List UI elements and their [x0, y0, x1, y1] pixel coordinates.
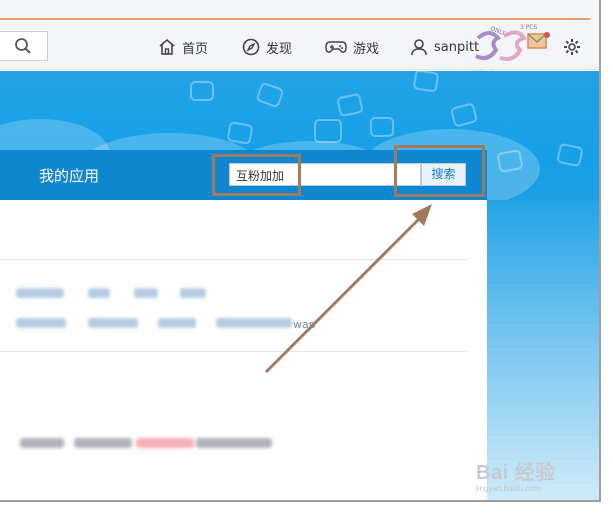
nav-item-label: 游戏 [353, 41, 380, 57]
blurred-link[interactable] [134, 288, 158, 298]
tv-icon [314, 119, 342, 143]
right-blue-strip [487, 200, 600, 500]
divider [0, 351, 467, 352]
home-icon [158, 38, 176, 56]
blurred-link[interactable] [16, 318, 66, 328]
nav-item-home[interactable]: 首页 [158, 36, 208, 58]
search-icon[interactable] [10, 33, 36, 59]
nav-item-label: 发现 [266, 41, 293, 57]
svg-text:3 PCS: 3 PCS [520, 24, 538, 31]
blurred-link[interactable] [158, 318, 196, 328]
note-icon [412, 71, 440, 93]
blurred-link[interactable] [88, 318, 138, 328]
nav-item-label: 首页 [182, 41, 209, 57]
wap-link-suffix[interactable]: wap [293, 318, 316, 331]
chat-icon [556, 142, 584, 168]
gamepad-icon [325, 38, 347, 56]
content-panel [0, 200, 487, 500]
robot-icon [255, 81, 285, 109]
frame-border-bottom [0, 500, 601, 502]
book-icon [496, 149, 524, 173]
frame-border-right [599, 0, 601, 501]
divider [0, 259, 467, 260]
my-apps-title: 我的应用 [39, 167, 100, 185]
book-icon [370, 117, 394, 137]
nav-item-games[interactable]: 游戏 [325, 36, 379, 58]
compass-icon [242, 38, 260, 56]
gear-icon[interactable] [562, 37, 582, 57]
blurred-link[interactable] [216, 318, 292, 328]
user-icon [410, 38, 428, 56]
cup-icon [226, 121, 254, 145]
baidu-jingyan-url: jingyan.baidu.com [476, 484, 541, 493]
blurred-link[interactable] [180, 288, 206, 298]
input-highlight-box [212, 154, 301, 196]
chat-icon [336, 92, 364, 118]
blurred-link[interactable] [88, 288, 110, 298]
blurred-text [74, 438, 132, 448]
nav-item-discover[interactable]: 发现 [242, 36, 292, 58]
blurred-text [20, 438, 64, 448]
screenshot-frame: 首页 发现 游戏 sanpitt ONLY 3 PCS 我的应用 互粉加加 搜索… [0, 0, 613, 513]
blurred-link[interactable] [16, 288, 64, 298]
baidu-jingyan-watermark: Bai 经验 [476, 462, 556, 484]
blurred-highlight-text [136, 438, 194, 448]
cloud-icon [449, 102, 479, 128]
tv-icon [190, 81, 214, 101]
button-highlight-box [394, 145, 485, 197]
blurred-text [196, 438, 272, 448]
